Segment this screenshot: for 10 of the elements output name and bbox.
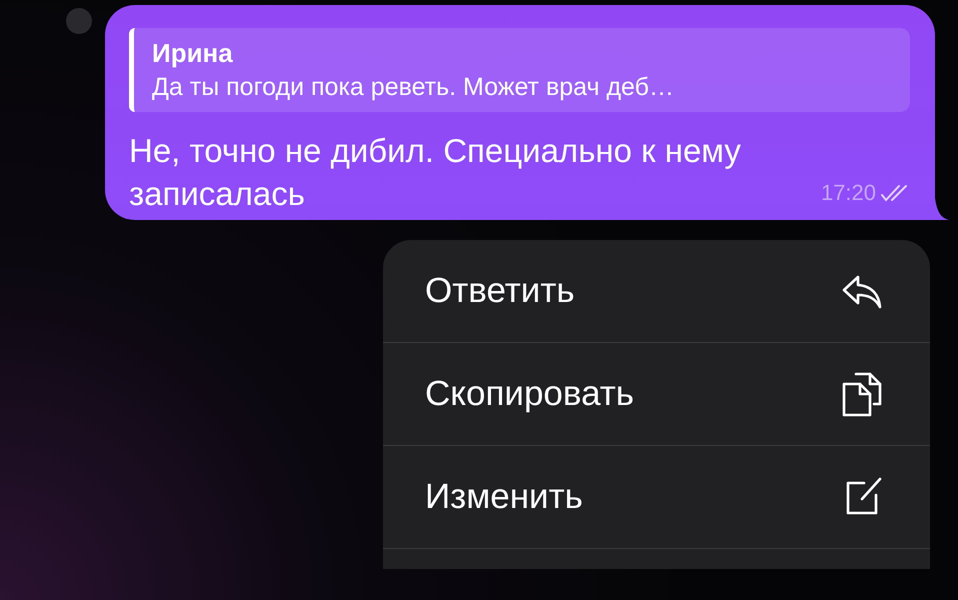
reply-quote[interactable]: Ирина Да ты погоди пока реветь. Может врач деб… [129,28,910,112]
message-text: Не, точно не дибил. Специально к нему записалась [129,132,741,212]
reply-author: Ирина [152,38,234,69]
reply-text: Да ты погоди пока реветь. Может врач деб… [152,73,675,102]
avatar-dot [66,8,92,34]
menu-item[interactable]: Скопировать [383,342,930,446]
message-time: 17:20 [820,180,876,206]
menu-item[interactable]: Изменить [383,446,930,549]
bubble-tail [935,198,949,220]
menu-item[interactable]: Ответить [383,240,930,343]
